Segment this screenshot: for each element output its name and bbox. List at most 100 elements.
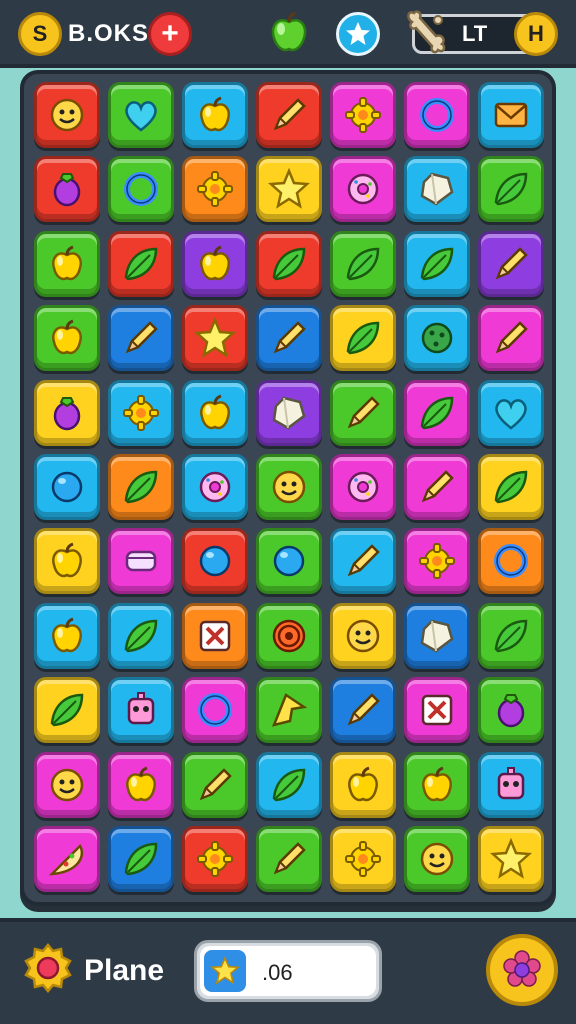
tile-green-eggplant[interactable] xyxy=(478,677,544,744)
tile-yellow-star[interactable] xyxy=(256,156,322,223)
tile-purple-gem[interactable] xyxy=(256,379,322,446)
tile-blue-leaf[interactable] xyxy=(256,751,322,818)
star-button[interactable] xyxy=(336,12,380,56)
tile-blue-cookie[interactable] xyxy=(404,305,470,372)
tile-pink-apple[interactable] xyxy=(108,751,174,818)
tile-orange-gear[interactable] xyxy=(182,156,248,223)
tile-yellow-leaf[interactable] xyxy=(34,677,100,744)
tile-green-leaf[interactable] xyxy=(478,156,544,223)
tile-orange-ring[interactable] xyxy=(478,528,544,595)
tile-yellow-star[interactable] xyxy=(478,826,544,892)
tile-pink-pizza[interactable] xyxy=(34,826,100,892)
tile-green-apple[interactable] xyxy=(34,230,100,297)
circle-icon xyxy=(199,546,231,577)
coin-icon: S xyxy=(32,21,48,46)
tile-pink-pencil[interactable] xyxy=(478,305,544,372)
tile-red-gear[interactable] xyxy=(182,826,248,892)
tile-green-face[interactable] xyxy=(404,826,470,892)
tile-purple-pencil[interactable] xyxy=(478,230,544,297)
tile-red-circle[interactable] xyxy=(182,528,248,595)
tile-pink-pencil[interactable] xyxy=(404,454,470,520)
tile-green-arrow[interactable] xyxy=(256,677,322,744)
tile-pink-donut[interactable] xyxy=(330,454,396,520)
tile-pink-face[interactable] xyxy=(34,751,100,818)
apple-icon xyxy=(52,245,82,281)
tile-blue-leaf[interactable] xyxy=(404,230,470,297)
tile-blue-heart[interactable] xyxy=(478,379,544,446)
flower-button[interactable] xyxy=(486,934,558,1006)
tile-blue-apple[interactable] xyxy=(34,602,100,669)
green-apple-icon[interactable] xyxy=(266,10,312,56)
tile-green-ring[interactable] xyxy=(108,156,174,223)
tile-pink-ring[interactable] xyxy=(404,82,470,148)
tile-orange-leaf[interactable] xyxy=(108,454,174,520)
tile-yellow-face[interactable] xyxy=(330,602,396,669)
tile-blue-robot[interactable] xyxy=(478,751,544,818)
tile-purple-apple[interactable] xyxy=(182,230,248,297)
star-icon xyxy=(267,168,311,210)
donut-icon xyxy=(199,471,231,503)
tile-red-eggplant[interactable] xyxy=(34,156,100,223)
tile-green-face[interactable] xyxy=(256,454,322,520)
mode-label: Plane xyxy=(84,954,165,987)
tile-royal-leaf[interactable] xyxy=(108,826,174,892)
tile-green-leaf[interactable] xyxy=(478,602,544,669)
tile-red-leaf[interactable] xyxy=(256,230,322,297)
tile-green-heart[interactable] xyxy=(108,82,174,148)
tile-yellow-leaf[interactable] xyxy=(330,305,396,372)
tile-red-star[interactable] xyxy=(182,305,248,372)
tile-green-circle[interactable] xyxy=(256,528,322,595)
tile-blue-circle[interactable] xyxy=(34,454,100,520)
robot-icon xyxy=(497,766,525,799)
hint-icon: H xyxy=(528,21,544,46)
tile-green-pencil[interactable] xyxy=(330,379,396,446)
box-icon xyxy=(125,551,157,572)
tile-green-target[interactable] xyxy=(256,602,322,669)
tile-orange-cross[interactable] xyxy=(182,602,248,669)
tile-blue-gear[interactable] xyxy=(108,379,174,446)
apple-icon xyxy=(52,617,82,653)
tile-green-apple[interactable] xyxy=(404,751,470,818)
tile-blue-pencil[interactable] xyxy=(330,528,396,595)
tile-yellow-apple[interactable] xyxy=(34,528,100,595)
tile-yellow-leaf[interactable] xyxy=(478,454,544,520)
tile-pink-leaf[interactable] xyxy=(404,379,470,446)
tile-blue-leaf[interactable] xyxy=(108,602,174,669)
tile-pink-donut[interactable] xyxy=(330,156,396,223)
tile-red-leaf[interactable] xyxy=(108,230,174,297)
tile-pink-gear[interactable] xyxy=(404,528,470,595)
tile-green-pencil[interactable] xyxy=(182,751,248,818)
tile-pink-gear[interactable] xyxy=(330,82,396,148)
tile-red-pencil[interactable] xyxy=(256,82,322,148)
tile-blue-gem[interactable] xyxy=(404,156,470,223)
pencil-icon xyxy=(347,395,380,428)
add-coins-button[interactable]: + xyxy=(148,12,192,56)
tile-yellow-gear[interactable] xyxy=(330,826,396,892)
tile-green-leaf[interactable] xyxy=(330,230,396,297)
tile-royal-pencil[interactable] xyxy=(108,305,174,372)
tile-blue-apple[interactable] xyxy=(182,379,248,446)
tile-red-face[interactable] xyxy=(34,82,100,148)
tile-blue-apple[interactable] xyxy=(182,82,248,148)
tile-royal-pencil[interactable] xyxy=(330,677,396,744)
tile-pink-ring[interactable] xyxy=(182,677,248,744)
tile-blue-robot[interactable] xyxy=(108,677,174,744)
tile-green-apple[interactable] xyxy=(34,305,100,372)
tile-pink-cross[interactable] xyxy=(404,677,470,744)
tile-blue-envelope[interactable] xyxy=(478,82,544,148)
donut-icon xyxy=(347,174,379,205)
apple-icon xyxy=(200,245,230,281)
coin-button[interactable]: S xyxy=(18,12,62,56)
tile-blue-donut[interactable] xyxy=(182,454,248,520)
tile-pink-box[interactable] xyxy=(108,528,174,595)
donut-icon xyxy=(347,471,379,503)
tile-royal-pencil[interactable] xyxy=(256,305,322,372)
plane-badge-icon[interactable] xyxy=(22,942,74,994)
hint-button[interactable]: H xyxy=(514,12,558,56)
tile-yellow-eggplant[interactable] xyxy=(34,379,100,446)
tile-green-pencil[interactable] xyxy=(256,826,322,892)
tile-yellow-apple[interactable] xyxy=(330,751,396,818)
leaf-icon xyxy=(494,470,528,504)
bone-icon xyxy=(407,10,446,54)
tile-royal-gem[interactable] xyxy=(404,602,470,669)
